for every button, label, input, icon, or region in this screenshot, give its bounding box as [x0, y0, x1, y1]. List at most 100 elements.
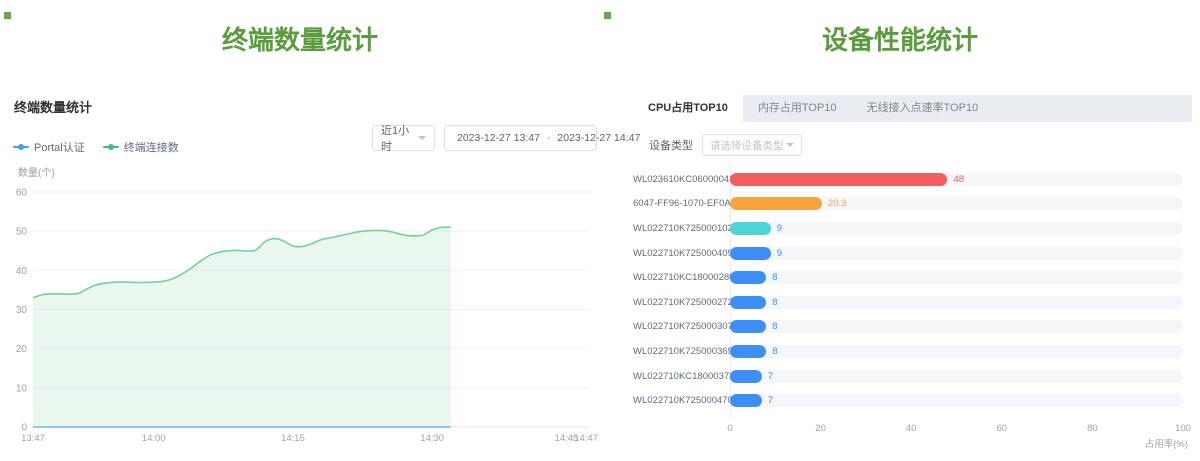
bar-row: WL022710KC18000372 7	[633, 364, 1192, 389]
bar-category-label: WL022710K725000307	[633, 321, 730, 332]
bar-track: 8	[730, 296, 1183, 309]
svg-text:14:00: 14:00	[142, 433, 166, 444]
bar-row: WL022710K725000307 8	[633, 315, 1192, 340]
line-chart-svg: 010203040506013:4714:0014:1514:3014:4514…	[0, 160, 600, 456]
panel-bullet	[604, 12, 611, 19]
bar-track: 7	[730, 370, 1183, 383]
bar-value-label: 7	[768, 394, 773, 407]
svg-text:20: 20	[16, 344, 28, 355]
x-tick-label: 100	[1175, 423, 1191, 434]
svg-text:50: 50	[16, 227, 28, 238]
bar-chart-x-ticks: 0 20 40 60 80 100	[633, 423, 1192, 435]
svg-text:30: 30	[16, 305, 28, 316]
bar-category-label: WL022710K725000409	[633, 248, 730, 259]
svg-text:14:30: 14:30	[420, 433, 444, 444]
series-area	[33, 227, 451, 427]
bar-category-label: 6047-FF96-1070-EF0A	[633, 198, 730, 209]
date-range-picker[interactable]: 2023-12-27 13:47 - 2023-12-27 14:47	[444, 125, 597, 151]
bar	[730, 370, 762, 383]
svg-text:14:15: 14:15	[281, 433, 305, 444]
bar	[730, 271, 766, 284]
x-tick-label: 60	[997, 423, 1008, 434]
bar-track: 8	[730, 271, 1183, 284]
bar	[730, 345, 766, 358]
bar-row: WL022710K725000470 7	[633, 388, 1192, 413]
svg-text:14:47: 14:47	[574, 433, 598, 444]
bar	[730, 222, 771, 235]
bar-category-label: WL023610KC06000043	[633, 174, 730, 185]
bar-category-label: WL022710K725000272	[633, 297, 730, 308]
bar-value-label: 7	[768, 370, 773, 383]
device-type-filter-row: 设备类型 请选择设备类型	[649, 134, 802, 156]
bar-category-label: WL022710K725000102	[633, 223, 730, 234]
bar-track: 9	[730, 247, 1183, 260]
chevron-down-icon	[418, 136, 426, 140]
bar-value-label: 9	[777, 222, 782, 235]
x-tick-label: 40	[906, 423, 917, 434]
bar	[730, 394, 762, 407]
date-range-start: 2023-12-27 13:47	[457, 132, 540, 144]
svg-text:40: 40	[16, 266, 28, 277]
bar	[730, 296, 766, 309]
panel-bullet	[4, 12, 11, 19]
device-type-label: 设备类型	[649, 137, 693, 153]
tab-wireless-rate-top10[interactable]: 无线接入点速率TOP10	[852, 95, 994, 122]
bar-row: WL023610KC06000043 48	[633, 167, 1192, 192]
x-axis-label: 占用率(%)	[1145, 436, 1188, 450]
legend-marker-terminal-connections	[103, 146, 119, 148]
time-range-value: 近1小时	[381, 122, 418, 154]
bar-category-label: WL022710K725000470	[633, 395, 730, 406]
bar-value-label: 8	[772, 320, 777, 333]
bar-category-label: WL022710KC18000372	[633, 371, 730, 382]
svg-text:0: 0	[21, 423, 27, 434]
legend-marker-portal	[13, 146, 29, 148]
chart-section-title: 终端数量统计	[14, 97, 92, 116]
bar-value-label: 9	[777, 247, 782, 260]
svg-text:13:47: 13:47	[21, 433, 45, 444]
device-performance-card: CPU占用TOP10 内存占用TOP10 无线接入点速率TOP10 设备类型 请…	[633, 95, 1192, 456]
tab-cpu-top10[interactable]: CPU占用TOP10	[633, 95, 743, 122]
bar-track: 8	[730, 345, 1183, 358]
bar-row: WL022710K7250003698	[633, 339, 1192, 364]
bar-track: 8	[730, 320, 1183, 333]
bar	[730, 247, 771, 260]
time-range-select[interactable]: 近1小时	[372, 125, 435, 151]
bar-row: WL022710K725000272 8	[633, 290, 1192, 315]
bar-value-label: 8	[772, 345, 777, 358]
bar-row: 6047-FF96-1070-EF0A 20.3	[633, 192, 1192, 217]
x-tick-label: 0	[727, 423, 732, 434]
bar	[730, 173, 947, 186]
tab-bar: CPU占用TOP10 内存占用TOP10 无线接入点速率TOP10	[633, 95, 1192, 122]
bar-row: WL022710KC18000280 8	[633, 265, 1192, 290]
legend-item-portal[interactable]: Portal认证	[13, 139, 85, 155]
chart-legend: Portal认证 终端连接数	[13, 139, 179, 155]
bar-track: 7	[730, 394, 1183, 407]
bar-track: 9	[730, 222, 1183, 235]
bar-track: 20.3	[730, 197, 1183, 210]
device-type-placeholder: 请选择设备类型	[710, 138, 784, 153]
bar-value-label: 8	[772, 271, 777, 284]
bar-value-label: 20.3	[828, 197, 847, 210]
bar	[730, 320, 766, 333]
bar-row: WL022710K725000409 9	[633, 241, 1192, 266]
terminal-count-line-chart: 010203040506013:4714:0014:1514:3014:4514…	[0, 160, 600, 456]
svg-text:10: 10	[16, 383, 28, 394]
bar-category-label: WL022710KC18000280	[633, 272, 730, 283]
page-title-left: 终端数量统计	[0, 20, 600, 57]
bar-value-label: 8	[772, 296, 777, 309]
x-tick-label: 80	[1087, 423, 1098, 434]
legend-item-terminal-connections[interactable]: 终端连接数	[103, 139, 179, 155]
tab-memory-top10[interactable]: 内存占用TOP10	[743, 95, 852, 122]
device-performance-panel: 设备性能统计 CPU占用TOP10 内存占用TOP10 无线接入点速率TOP10…	[600, 0, 1200, 456]
legend-label-portal: Portal认证	[34, 139, 85, 155]
x-tick-label: 20	[815, 423, 826, 434]
terminal-count-panel: 终端数量统计 终端数量统计 近1小时 2023-12-27 13:47 - 20…	[0, 0, 600, 456]
chevron-down-icon	[786, 143, 794, 147]
svg-text:60: 60	[16, 188, 28, 199]
bar	[730, 197, 822, 210]
bar-row: WL022710K725000102 9	[633, 216, 1192, 241]
device-type-select[interactable]: 请选择设备类型	[702, 134, 802, 156]
bar-value-label: 48	[953, 173, 964, 186]
bar-track: 48	[730, 173, 1183, 186]
date-range-separator: -	[545, 132, 553, 144]
